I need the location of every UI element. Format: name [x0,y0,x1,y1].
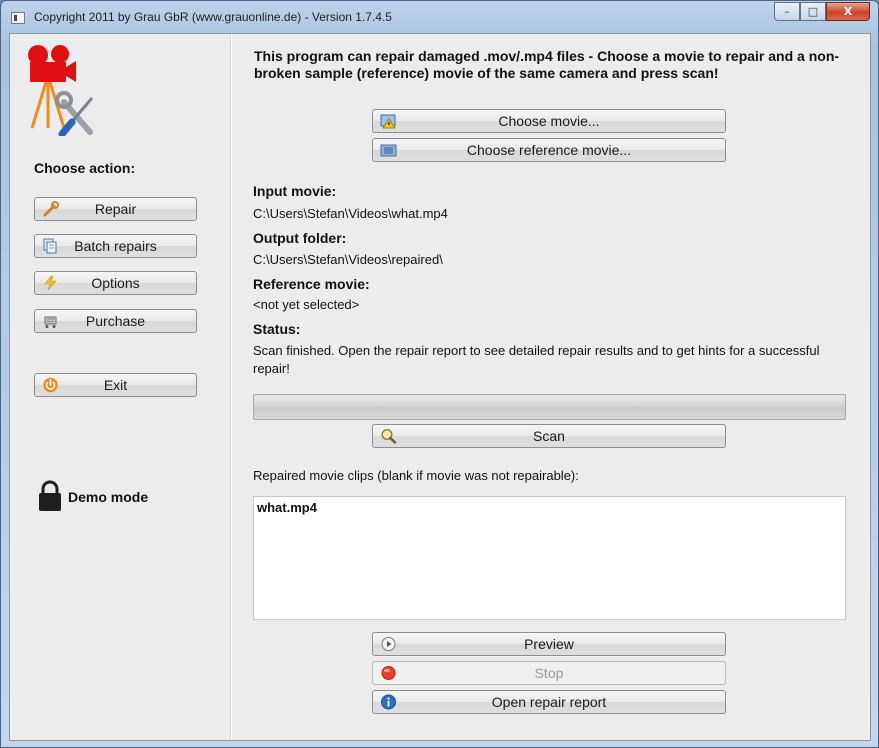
lock-icon [39,480,61,511]
choose-movie-label: Choose movie... [498,113,600,129]
info-icon [381,694,396,710]
status-label: Status: [253,321,301,337]
camera-tools-logo-icon [28,45,94,136]
exit-button[interactable]: Exit [34,373,197,397]
client-area: Choose action: Repair Batch repairs Opti… [9,33,871,741]
reference-movie-value: <not yet selected> [253,297,360,312]
intro-text: This program can repair damaged .mov/.mp… [254,48,840,81]
list-item[interactable]: what.mp4 [254,497,845,518]
power-icon [43,377,58,393]
minimize-button[interactable]: – [774,2,800,21]
preview-label: Preview [524,636,574,652]
input-movie-label: Input movie: [253,183,337,199]
choose-action-heading: Choose action: [34,160,136,176]
choose-reference-movie-button[interactable]: Choose reference movie... [372,138,726,162]
app-window: Copyright 2011 by Grau GbR (www.grauonli… [0,0,879,748]
movie-warning-icon [380,114,396,129]
purchase-button[interactable]: Purchase [34,309,197,333]
maximize-button[interactable]: □ [800,2,826,21]
main-panel: This program can repair damaged .mov/.mp… [232,34,870,740]
sidebar: Choose action: Repair Batch repairs Opti… [10,34,231,740]
batch-repairs-button[interactable]: Batch repairs [34,234,197,258]
open-repair-report-button[interactable]: Open repair report [372,690,726,714]
choose-movie-button[interactable]: Choose movie... [372,109,726,133]
wrench-icon [43,201,59,217]
stop-label: Stop [534,665,564,681]
maximize-icon: □ [807,5,819,18]
reference-movie-label: Reference movie: [253,276,370,292]
open-repair-report-label: Open repair report [491,694,607,710]
output-folder-value: C:\Users\Stefan\Videos\repaired\ [253,252,443,267]
minimize-icon: – [784,5,790,18]
purchase-label: Purchase [85,313,146,329]
options-button[interactable]: Options [34,271,197,295]
repaired-clips-list[interactable]: what.mp4 [253,496,846,620]
preview-button[interactable]: Preview [372,632,726,656]
movie-icon [380,144,397,157]
shopping-cart-icon [44,316,57,328]
scan-label: Scan [533,428,565,444]
exit-label: Exit [103,377,128,393]
play-icon [381,637,396,651]
scan-button[interactable]: Scan [372,424,726,448]
title-bar[interactable]: Copyright 2011 by Grau GbR (www.grauonli… [1,1,878,33]
window-controls: – □ X [774,2,870,22]
batch-repairs-label: Batch repairs [74,238,157,254]
repair-button[interactable]: Repair [34,197,197,221]
documents-icon [43,238,57,254]
stop-button[interactable]: Stop [372,661,726,685]
options-label: Options [91,275,140,291]
input-movie-value: C:\Users\Stefan\Videos\what.mp4 [253,206,448,221]
window-title: Copyright 2011 by Grau GbR (www.grauonli… [34,10,392,24]
repaired-clips-label: Repaired movie clips (blank if movie was… [253,468,579,483]
stop-icon [381,666,396,680]
close-button[interactable]: X [826,2,870,21]
choose-reference-label: Choose reference movie... [466,142,632,158]
close-icon: X [843,5,853,18]
demo-mode-label: Demo mode [68,489,149,505]
repair-label: Repair [94,201,137,217]
output-folder-label: Output folder: [253,230,347,246]
lightning-icon [44,275,57,291]
app-icon[interactable] [11,12,25,24]
magnifier-icon [381,428,397,444]
status-value: Scan finished. Open the repair report to… [253,343,820,376]
progress-bar [253,394,846,420]
